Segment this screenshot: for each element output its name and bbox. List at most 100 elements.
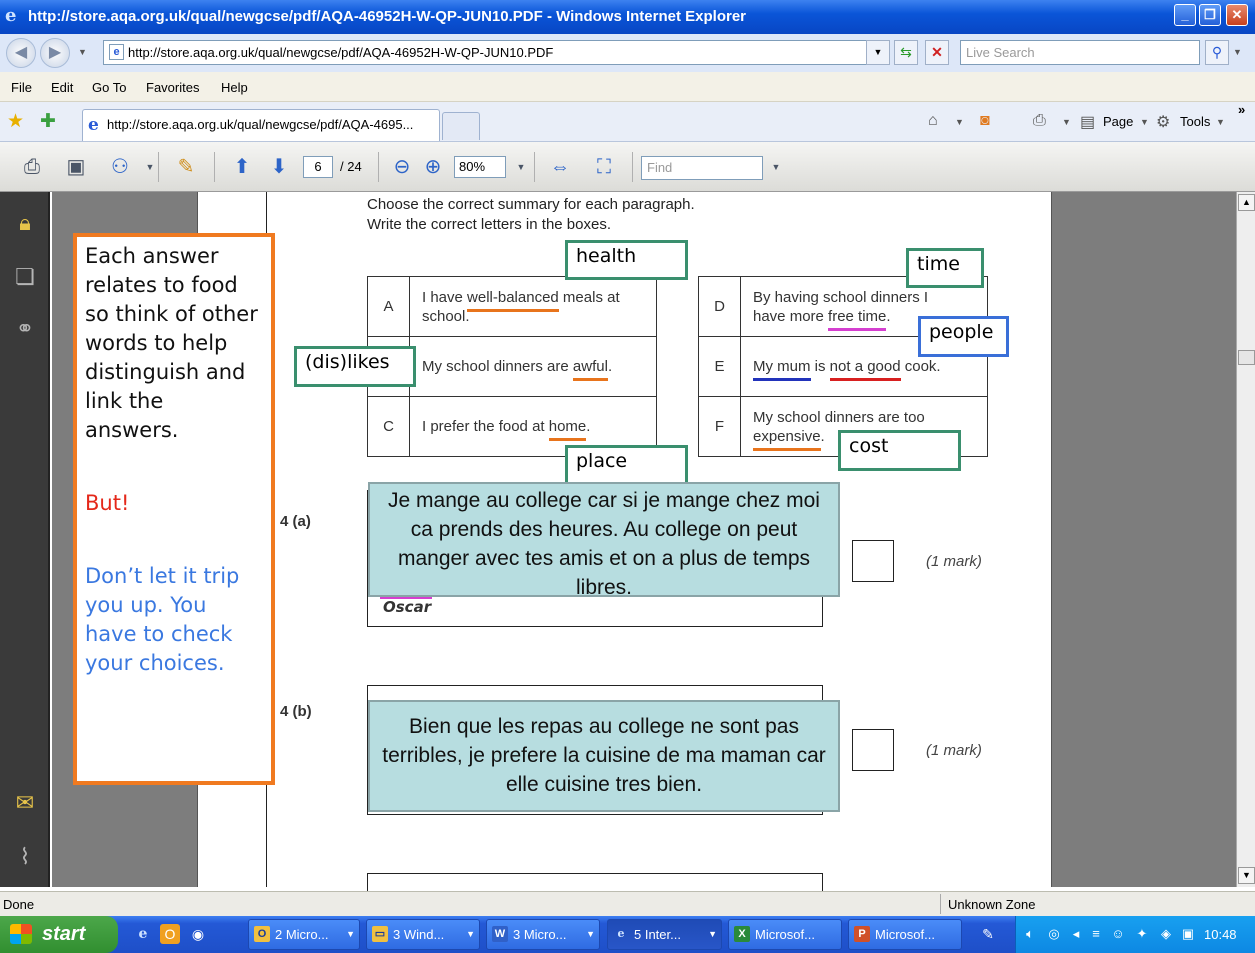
tip-warning-text: Don’t let it trip you up. You have to ch… <box>85 564 240 675</box>
page-dropdown-icon[interactable]: ▼ <box>1140 117 1149 127</box>
task-excel[interactable]: X Microsof... <box>728 919 842 950</box>
pages-icon[interactable]: ❏ <box>10 262 40 292</box>
note-people: people <box>918 316 1009 357</box>
powerpoint-icon: P <box>854 926 870 942</box>
quicklaunch-browser-icon[interactable]: ◉ <box>188 924 208 944</box>
fit-page-icon[interactable]: ⛶ <box>590 154 618 180</box>
home-dropdown-icon[interactable]: ▼ <box>955 117 964 127</box>
task-group-word[interactable]: W 3 Micro... ▼ <box>486 919 600 950</box>
scroll-up-arrow[interactable]: ▲ <box>1238 194 1255 211</box>
feeds-icon[interactable]: ◙ <box>980 112 990 130</box>
zoom-dropdown-icon[interactable]: ▼ <box>507 154 535 180</box>
tip-but-text: But! <box>85 491 130 515</box>
address-bar-row: ◀ ▶ ▼ e http://store.aqa.org.uk/qual/new… <box>0 34 1255 72</box>
network-icon[interactable]: ≡ <box>1088 926 1104 942</box>
tray-app-icon[interactable]: ◎ <box>1046 926 1062 942</box>
forward-button[interactable]: ▶ <box>40 38 70 68</box>
note-place: place <box>565 445 688 485</box>
vertical-scrollbar[interactable]: ▲ ▼ <box>1236 192 1255 887</box>
page-number-input[interactable]: 6 <box>303 156 333 178</box>
refresh-button[interactable]: ⇆ <box>894 40 918 65</box>
task-group-windows[interactable]: ▭ 3 Wind... ▼ <box>366 919 480 950</box>
more-commands[interactable]: » <box>1238 102 1245 117</box>
print-icon[interactable]: ⎙ <box>1033 112 1046 130</box>
comments-icon[interactable]: ✉ <box>10 788 40 818</box>
print-dropdown-icon[interactable]: ▼ <box>1062 117 1071 127</box>
save-icon[interactable]: ▣ <box>62 154 90 180</box>
minimize-button[interactable]: _ <box>1174 4 1196 26</box>
lock-icon[interactable]: 🔒︎ <box>10 208 40 238</box>
previous-page-icon[interactable]: ⬆ <box>228 154 256 180</box>
fit-width-icon[interactable]: ⇔ <box>546 154 574 180</box>
volume-icon[interactable]: ◂ <box>1068 926 1084 942</box>
tip-box: Each answer relates to food so think of … <box>73 233 275 785</box>
zoom-out-icon[interactable]: ⊖ <box>388 154 416 180</box>
clock: 10:48 <box>1204 927 1237 942</box>
menu-favorites[interactable]: Favorites <box>146 80 199 95</box>
find-dropdown-icon[interactable]: ▼ <box>762 154 790 180</box>
note-cost: cost <box>838 430 961 471</box>
scroll-thumb[interactable] <box>1238 350 1255 365</box>
task-powerpoint[interactable]: P Microsof... <box>848 919 962 950</box>
back-button[interactable]: ◀ <box>6 38 36 68</box>
search-icon: ⚲ <box>1211 44 1223 60</box>
office-icon: O <box>254 926 270 942</box>
display-icon[interactable]: ▣ <box>1180 926 1196 942</box>
search-options-icon[interactable]: ▼ <box>1233 47 1242 57</box>
paperclip-icon[interactable]: ⌇ <box>10 842 40 872</box>
security-icon[interactable]: ✦ <box>1134 926 1150 942</box>
share-icon[interactable]: ⚇ <box>106 154 134 180</box>
update-icon[interactable]: ◈ <box>1158 926 1174 942</box>
favorites-star-icon[interactable]: ★ <box>7 110 24 133</box>
task-group-internet-explorer[interactable]: e 5 Inter... ▼ <box>607 919 722 950</box>
pdf-print-icon[interactable]: ⎙ <box>18 154 46 180</box>
share-dropdown-icon[interactable]: ▼ <box>136 154 164 180</box>
tab-pdf[interactable]: e http://store.aqa.org.uk/qual/newgcse/p… <box>82 109 440 141</box>
tab-ie-icon: e <box>88 115 99 135</box>
tools-dropdown-icon[interactable]: ▼ <box>1216 117 1225 127</box>
instruction-line-1: Choose the correct summary for each para… <box>367 196 695 213</box>
attachments-icon[interactable]: ⚭ <box>10 314 40 344</box>
home-icon[interactable]: ⌂ <box>928 112 938 130</box>
quicklaunch-ie-icon[interactable]: e <box>133 924 153 944</box>
answer-box-4b[interactable] <box>852 729 894 771</box>
question-4b-label: 4 (b) <box>280 703 312 720</box>
letter-e: E <box>698 336 741 397</box>
maximize-button[interactable]: ❐ <box>1199 4 1221 26</box>
new-tab-button[interactable] <box>442 112 480 140</box>
search-input[interactable]: Live Search <box>960 40 1200 65</box>
add-favorite-icon[interactable]: ✚ <box>40 110 56 133</box>
summary-a: I have well-balanced meals at school. <box>409 276 657 337</box>
scroll-down-arrow[interactable]: ▼ <box>1238 867 1255 884</box>
comment-tool-icon[interactable]: ✎ <box>172 154 200 180</box>
find-input[interactable]: Find <box>641 156 763 180</box>
pen-tool-icon[interactable]: ✎ <box>978 924 998 944</box>
speaker-icon[interactable]: 🔈︎ <box>1022 926 1038 942</box>
menu-go-to[interactable]: Go To <box>92 80 126 95</box>
menu-edit[interactable]: Edit <box>51 80 73 95</box>
address-dropdown-button[interactable]: ▼ <box>866 40 890 65</box>
quicklaunch-outlook-icon[interactable]: O <box>160 924 180 944</box>
task-group-microsoft-1[interactable]: O 2 Micro... ▼ <box>248 919 360 950</box>
tools-menu[interactable]: Tools <box>1180 114 1210 129</box>
paragraph-c-frame <box>367 873 823 891</box>
page-menu[interactable]: Page <box>1103 114 1133 129</box>
menu-file[interactable]: File <box>11 80 32 95</box>
start-button[interactable]: start <box>0 916 118 953</box>
close-window-button[interactable]: ✕ <box>1226 4 1248 26</box>
stop-button[interactable]: ✕ <box>925 40 949 65</box>
paragraph-a-text: Je mange au college car si je mange chez… <box>368 482 840 599</box>
messenger-icon[interactable]: ☺ <box>1110 926 1126 942</box>
answer-box-4a[interactable] <box>852 540 894 582</box>
zoom-input[interactable]: 80% <box>454 156 506 178</box>
next-page-icon[interactable]: ⬇ <box>265 154 293 180</box>
page-menu-icon: ▤ <box>1080 114 1096 131</box>
excel-icon: X <box>734 926 750 942</box>
zoom-in-icon[interactable]: ⊕ <box>419 154 447 180</box>
history-dropdown-icon[interactable]: ▼ <box>78 47 87 57</box>
address-input[interactable]: e http://store.aqa.org.uk/qual/newgcse/p… <box>103 40 888 65</box>
search-button[interactable]: ⚲ <box>1205 40 1229 65</box>
tab-bar: ★ ✚ e http://store.aqa.org.uk/qual/newgc… <box>0 102 1255 142</box>
page-total: / 24 <box>340 159 362 174</box>
menu-help[interactable]: Help <box>221 80 248 95</box>
